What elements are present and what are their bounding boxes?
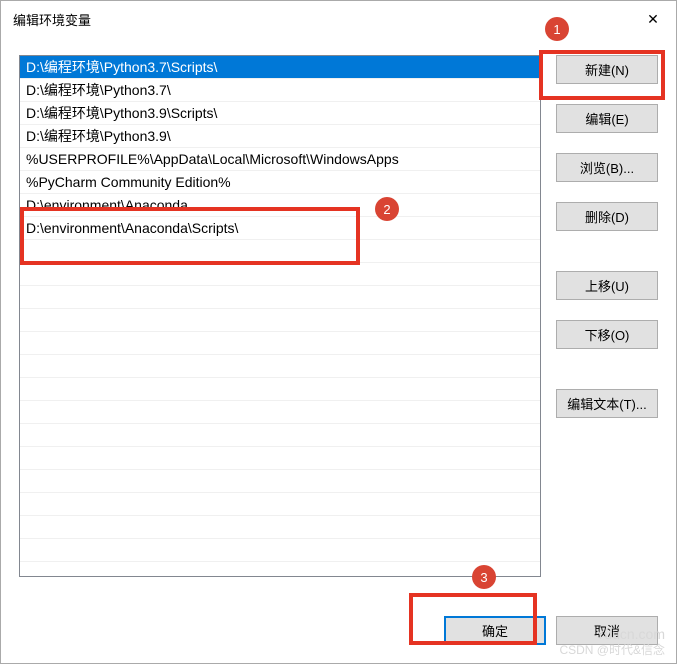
empty-row — [20, 240, 540, 263]
dialog-footer: 确定 取消 — [1, 609, 676, 663]
empty-row — [20, 355, 540, 378]
path-list-item[interactable]: D:\编程环境\Python3.9\Scripts\ — [20, 102, 540, 125]
path-list-item[interactable]: D:\environment\Anaconda\Scripts\ — [20, 217, 540, 240]
dialog-content: D:\编程环境\Python3.7\Scripts\D:\编程环境\Python… — [1, 37, 676, 609]
path-listbox[interactable]: D:\编程环境\Python3.7\Scripts\D:\编程环境\Python… — [19, 55, 541, 577]
empty-row — [20, 470, 540, 493]
empty-row — [20, 516, 540, 539]
path-list-item[interactable]: D:\编程环境\Python3.9\ — [20, 125, 540, 148]
path-list-item[interactable]: %PyCharm Community Edition% — [20, 171, 540, 194]
edittext-button[interactable]: 编辑文本(T)... — [556, 389, 658, 418]
empty-row — [20, 286, 540, 309]
new-button[interactable]: 新建(N) — [556, 55, 658, 84]
delete-button[interactable]: 删除(D) — [556, 202, 658, 231]
path-list-item[interactable]: %USERPROFILE%\AppData\Local\Microsoft\Wi… — [20, 148, 540, 171]
empty-row — [20, 447, 540, 470]
empty-row — [20, 493, 540, 516]
empty-row — [20, 424, 540, 447]
browse-button[interactable]: 浏览(B)... — [556, 153, 658, 182]
empty-row — [20, 378, 540, 401]
movedown-button[interactable]: 下移(O) — [556, 320, 658, 349]
path-list-item[interactable]: D:\编程环境\Python3.7\Scripts\ — [20, 56, 540, 79]
cancel-button[interactable]: 取消 — [556, 616, 658, 645]
env-var-dialog: 编辑环境变量 ✕ D:\编程环境\Python3.7\Scripts\D:\编程… — [0, 0, 677, 664]
edit-button[interactable]: 编辑(E) — [556, 104, 658, 133]
button-sidebar: 新建(N) 编辑(E) 浏览(B)... 删除(D) 上移(U) 下移(O) 编… — [556, 55, 658, 591]
empty-row — [20, 401, 540, 424]
moveup-button[interactable]: 上移(U) — [556, 271, 658, 300]
empty-row — [20, 263, 540, 286]
close-button[interactable]: ✕ — [630, 3, 676, 35]
path-list-item[interactable]: D:\environment\Anaconda — [20, 194, 540, 217]
empty-row — [20, 539, 540, 562]
window-title: 编辑环境变量 — [13, 10, 91, 29]
empty-row — [20, 332, 540, 355]
close-icon: ✕ — [647, 11, 659, 28]
ok-button[interactable]: 确定 — [444, 616, 546, 645]
titlebar: 编辑环境变量 ✕ — [1, 1, 676, 37]
path-list-item[interactable]: D:\编程环境\Python3.7\ — [20, 79, 540, 102]
empty-row — [20, 309, 540, 332]
